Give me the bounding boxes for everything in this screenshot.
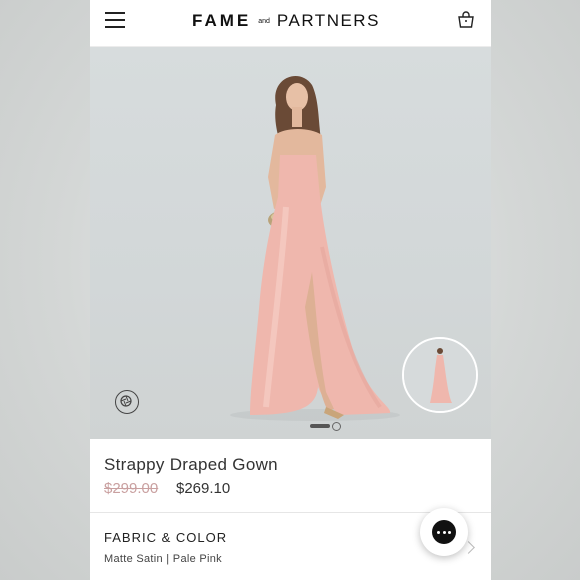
shopping-bag-icon[interactable] xyxy=(456,10,476,30)
fabric-color-label: FABRIC & COLOR xyxy=(104,530,228,545)
fabric-color-value: Matte Satin | Pale Pink xyxy=(104,553,222,565)
top-navigation-bar: FAME and PARTNERS xyxy=(90,0,491,47)
product-title: Strappy Draped Gown xyxy=(104,455,278,474)
logo-partners: PARTNERS xyxy=(276,11,380,30)
logo-and: and xyxy=(258,17,270,25)
sale-price: $269.10 xyxy=(176,480,231,497)
product-info-panel: Strappy Draped Gown $299.00 $269.10 xyxy=(90,439,491,513)
chat-bubble-icon xyxy=(432,520,456,544)
hamburger-menu-icon[interactable] xyxy=(105,12,125,28)
chat-button[interactable] xyxy=(420,508,468,556)
product-hero-image[interactable] xyxy=(90,47,491,439)
brand-logo[interactable]: FAME and PARTNERS xyxy=(192,11,380,31)
original-price: $299.00 xyxy=(104,480,159,497)
carousel-dot-360[interactable] xyxy=(332,421,341,431)
carousel-dot-active[interactable] xyxy=(310,424,330,428)
phone-screen: FAME and PARTNERS Strappy Draped Gown $2… xyxy=(90,0,491,580)
rotate-360-icon[interactable] xyxy=(115,390,139,414)
full-length-view-thumbnail[interactable] xyxy=(402,337,478,413)
logo-fame: FAME xyxy=(192,11,252,30)
carousel-indicator[interactable] xyxy=(310,421,341,431)
